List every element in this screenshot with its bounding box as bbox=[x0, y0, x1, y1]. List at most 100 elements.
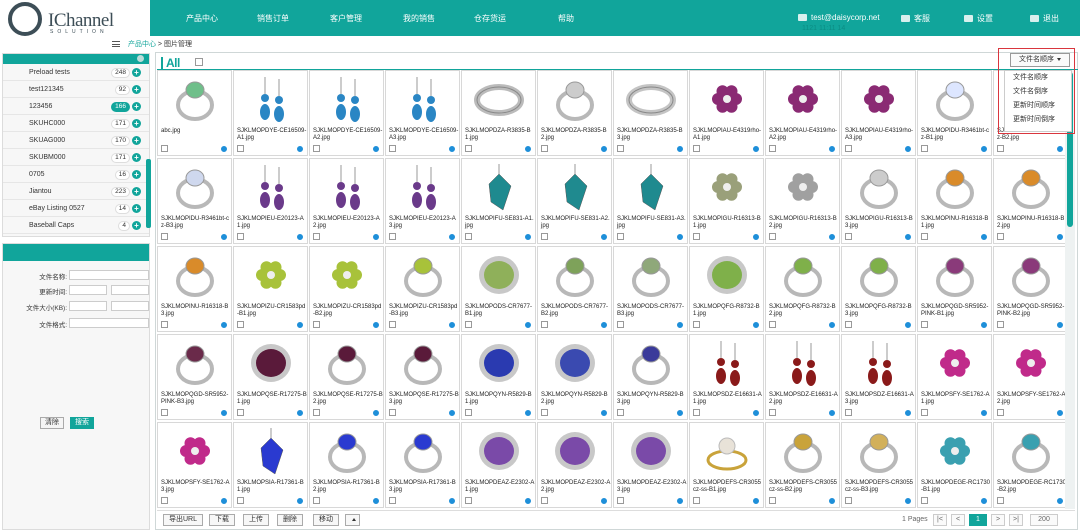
image-checkbox[interactable] bbox=[769, 233, 776, 240]
add-icon[interactable]: + bbox=[132, 68, 141, 77]
image-card[interactable]: SJKLMOPINU-R16318-B3.jpg bbox=[157, 246, 232, 332]
image-checkbox[interactable] bbox=[921, 233, 928, 240]
image-checkbox[interactable] bbox=[465, 409, 472, 416]
move-menu-toggle[interactable] bbox=[345, 514, 360, 526]
image-checkbox[interactable] bbox=[997, 409, 1004, 416]
product-thumbnail[interactable] bbox=[471, 74, 528, 124]
edit-icon[interactable] bbox=[220, 145, 228, 153]
product-thumbnail[interactable] bbox=[395, 250, 452, 300]
image-checkbox[interactable] bbox=[921, 321, 928, 328]
product-thumbnail[interactable] bbox=[395, 162, 452, 212]
edit-icon[interactable] bbox=[296, 497, 304, 505]
folder-item[interactable]: 0705 16 + bbox=[3, 166, 149, 183]
product-thumbnail[interactable] bbox=[167, 74, 224, 124]
product-thumbnail[interactable] bbox=[775, 426, 832, 476]
image-card[interactable]: SJKLMOPIDU-R3461bt-cz-B3.jpg bbox=[157, 158, 232, 244]
image-card[interactable]: SJKLMOPODS-CR7677-B2.jpg bbox=[537, 246, 612, 332]
add-icon[interactable]: + bbox=[132, 170, 141, 179]
sort-option-time-asc[interactable]: 更新时间顺序 bbox=[1005, 99, 1071, 113]
edit-icon[interactable] bbox=[1056, 233, 1064, 241]
image-card[interactable]: SJKLMOPIGU-R16313-B2.jpg bbox=[765, 158, 840, 244]
image-card[interactable]: SJKLMOPQGD-SR5952-PINK-B1.jpg bbox=[917, 246, 992, 332]
edit-icon[interactable] bbox=[828, 145, 836, 153]
product-thumbnail[interactable] bbox=[851, 162, 908, 212]
product-thumbnail[interactable] bbox=[851, 338, 908, 388]
product-thumbnail[interactable] bbox=[547, 426, 604, 476]
image-card[interactable]: SJKLMOPSDZ-E16631-A2.jpg bbox=[765, 334, 840, 420]
image-card[interactable]: SJKLMOPSFY-SE1762-A3.jpg bbox=[157, 422, 232, 508]
menu-icon[interactable] bbox=[112, 41, 120, 48]
updated-from-input[interactable] bbox=[69, 285, 107, 295]
image-checkbox[interactable] bbox=[237, 321, 244, 328]
image-checkbox[interactable] bbox=[465, 145, 472, 152]
image-grid-scrollbar[interactable] bbox=[1065, 70, 1075, 509]
edit-icon[interactable] bbox=[448, 409, 456, 417]
sort-option-name-asc[interactable]: 文件名顺序 bbox=[1005, 71, 1071, 85]
edit-icon[interactable] bbox=[448, 145, 456, 153]
image-card[interactable]: SJKLMOPIGU-R16313-B1.jpg bbox=[689, 158, 764, 244]
edit-icon[interactable] bbox=[980, 409, 988, 417]
product-thumbnail[interactable] bbox=[623, 426, 680, 476]
edit-icon[interactable] bbox=[220, 321, 228, 329]
image-card[interactable]: SJKLMOPDZA-R3835-B2.jpg bbox=[537, 70, 612, 156]
product-thumbnail[interactable] bbox=[1003, 162, 1060, 212]
image-card[interactable]: SJKLMOPIZU-CR1583pd-B3.jpg bbox=[385, 246, 460, 332]
edit-icon[interactable] bbox=[676, 409, 684, 417]
image-card[interactable]: SJKLMOPIFU-SE831-A1.jpg bbox=[461, 158, 536, 244]
product-thumbnail[interactable] bbox=[167, 162, 224, 212]
product-thumbnail[interactable] bbox=[167, 338, 224, 388]
edit-icon[interactable] bbox=[524, 145, 532, 153]
image-card[interactable]: SJKLMOPQYN-R5829-B3.jpg bbox=[613, 334, 688, 420]
product-thumbnail[interactable] bbox=[851, 250, 908, 300]
product-thumbnail[interactable] bbox=[319, 74, 376, 124]
image-card[interactable]: SJKLMOPDYE-CE16509-A1.jpg bbox=[233, 70, 308, 156]
image-checkbox[interactable] bbox=[617, 321, 624, 328]
image-card[interactable]: SJKLMOPDEGE-RC1730-B2.jpg bbox=[993, 422, 1068, 508]
image-card[interactable]: SJKLMOPQSE-R17275-B1.jpg bbox=[233, 334, 308, 420]
product-thumbnail[interactable] bbox=[471, 162, 528, 212]
edit-icon[interactable] bbox=[448, 233, 456, 241]
edit-icon[interactable] bbox=[828, 233, 836, 241]
updated-to-input[interactable] bbox=[111, 285, 149, 295]
folder-item[interactable]: SKUAG000 170 + bbox=[3, 132, 149, 149]
image-card[interactable]: SJKLMOPDEAZ-E2302-A3.jpg bbox=[613, 422, 688, 508]
image-card[interactable]: SJKLMOPSFY-SE1762-A2.jpg bbox=[993, 334, 1068, 420]
image-card[interactable]: SJKLMOPODS-CR7677-B1.jpg bbox=[461, 246, 536, 332]
edit-icon[interactable] bbox=[752, 233, 760, 241]
product-thumbnail[interactable] bbox=[1003, 338, 1060, 388]
image-card[interactable]: SJKLMOPSIA-R17361-B2.jpg bbox=[309, 422, 384, 508]
image-card[interactable]: SJKLMOPDZA-R3835-B3.jpg bbox=[613, 70, 688, 156]
edit-icon[interactable] bbox=[524, 497, 532, 505]
product-thumbnail[interactable] bbox=[699, 338, 756, 388]
product-thumbnail[interactable] bbox=[775, 338, 832, 388]
product-thumbnail[interactable] bbox=[319, 426, 376, 476]
product-thumbnail[interactable] bbox=[1003, 250, 1060, 300]
image-checkbox[interactable] bbox=[313, 321, 320, 328]
image-checkbox[interactable] bbox=[237, 145, 244, 152]
product-thumbnail[interactable] bbox=[927, 250, 984, 300]
edit-icon[interactable] bbox=[980, 497, 988, 505]
product-thumbnail[interactable] bbox=[471, 338, 528, 388]
image-checkbox[interactable] bbox=[845, 321, 852, 328]
image-checkbox[interactable] bbox=[997, 233, 1004, 240]
image-card[interactable]: SJKLMOPIZU-CR1583pd-B1.jpg bbox=[233, 246, 308, 332]
image-checkbox[interactable] bbox=[161, 145, 168, 152]
image-card[interactable]: SJKLMOPQGD-SR5952-PINK-B3.jpg bbox=[157, 334, 232, 420]
image-card[interactable]: SJKLMOPIEU-E20123-A2.jpg bbox=[309, 158, 384, 244]
edit-icon[interactable] bbox=[1056, 145, 1064, 153]
folder-item[interactable]: Baseball Caps 4 + bbox=[3, 217, 149, 234]
image-checkbox[interactable] bbox=[161, 321, 168, 328]
product-thumbnail[interactable] bbox=[699, 426, 756, 476]
image-card[interactable]: SJKLMOPQFG-R8732-B2.jpg bbox=[765, 246, 840, 332]
image-checkbox[interactable] bbox=[845, 497, 852, 504]
first-page-button[interactable]: |< bbox=[933, 514, 947, 526]
product-thumbnail[interactable] bbox=[927, 426, 984, 476]
image-card[interactable]: SJKLMOPDEFS-CR3055cz-ss-B2.jpg bbox=[765, 422, 840, 508]
edit-icon[interactable] bbox=[372, 321, 380, 329]
edit-icon[interactable] bbox=[372, 145, 380, 153]
nav-product-center[interactable]: 产品中心 bbox=[186, 13, 218, 24]
image-checkbox[interactable] bbox=[313, 233, 320, 240]
customer-service-link[interactable]: 客服 bbox=[901, 13, 930, 24]
image-card[interactable]: SJKLMOPQYN-R5829-B1.jpg bbox=[461, 334, 536, 420]
image-checkbox[interactable] bbox=[845, 233, 852, 240]
